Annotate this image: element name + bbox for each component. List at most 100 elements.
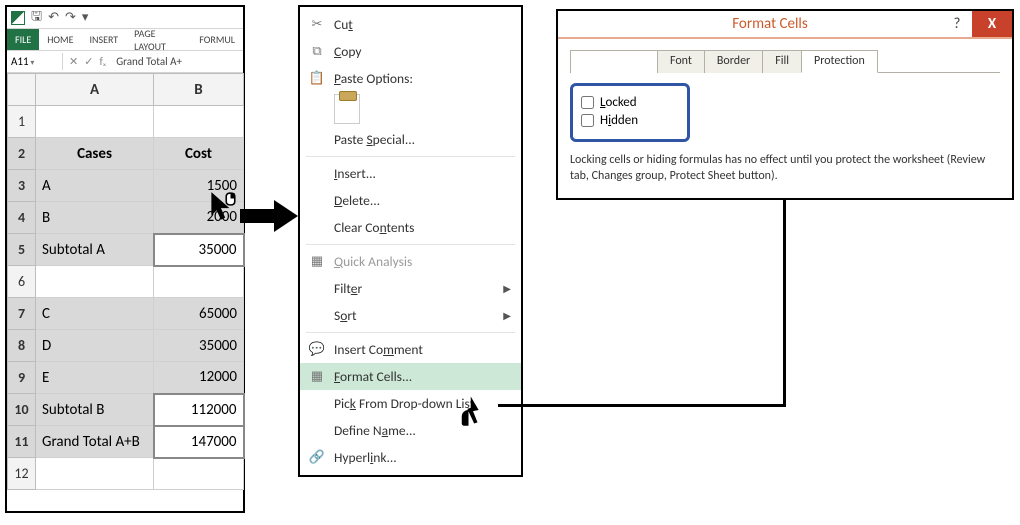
row-header[interactable]: 11 — [8, 426, 36, 458]
hyperlink-icon: 🔗 — [308, 450, 326, 466]
row-header[interactable]: 12 — [8, 458, 36, 490]
excel-window: 🖫 ↶ ↷ ▾ FILE HOME INSERT PAGE LAYOUT FOR… — [5, 5, 245, 513]
ribbon-tab-file[interactable]: FILE — [7, 29, 39, 50]
menu-hyperlink[interactable]: 🔗 Hyperlink... — [300, 444, 521, 471]
menu-define-name[interactable]: Define Name... — [300, 417, 521, 444]
separator — [306, 244, 515, 245]
arrow-to-context-menu — [240, 200, 300, 232]
row-header[interactable]: 10 — [8, 394, 36, 426]
formula-controls: ✕ ✓ fₓ — [63, 55, 112, 68]
row-header[interactable]: 8 — [8, 330, 36, 362]
connector-line — [498, 404, 786, 407]
menu-sort[interactable]: Sort▶ — [300, 302, 521, 329]
cell[interactable]: 112000 — [154, 394, 244, 426]
name-box[interactable]: A11 — [7, 53, 63, 70]
row-header[interactable]: 3 — [8, 170, 36, 202]
row-header[interactable]: 2 — [8, 138, 36, 170]
hidden-checkbox[interactable]: Hidden — [581, 113, 679, 128]
cell[interactable]: B — [36, 202, 154, 234]
row-header[interactable]: 4 — [8, 202, 36, 234]
cell[interactable]: 35000 — [154, 330, 244, 362]
submenu-arrow-icon: ▶ — [503, 309, 511, 322]
row-header[interactable]: 7 — [8, 298, 36, 330]
dialog-tab-fill[interactable]: Fill — [762, 50, 802, 73]
col-header-b[interactable]: B — [154, 74, 244, 106]
cell[interactable]: 1500 — [154, 170, 244, 202]
row-header[interactable]: 1 — [8, 106, 36, 138]
enter-icon[interactable]: ✓ — [84, 55, 93, 68]
quick-access-toolbar: 🖫 ↶ ↷ ▾ — [7, 7, 243, 29]
dialog-tab-hidden[interactable] — [570, 50, 658, 73]
cell[interactable]: Cases — [36, 138, 154, 170]
dialog-tab-font[interactable]: Font — [657, 50, 705, 73]
menu-copy[interactable]: ⧉ Copy — [300, 38, 521, 65]
separator — [306, 156, 515, 157]
cell[interactable] — [154, 266, 244, 298]
menu-insert[interactable]: Insert... — [300, 160, 521, 187]
menu-filter[interactable]: Filter▶ — [300, 275, 521, 302]
dialog-tabs: Font Border Fill Protection — [570, 49, 1000, 73]
cell[interactable]: 65000 — [154, 298, 244, 330]
locked-checkbox-input[interactable] — [581, 96, 594, 109]
menu-format-cells[interactable]: ▦ Format Cells... — [300, 363, 521, 390]
dialog-body: Font Border Fill Protection Locked Hidde… — [558, 39, 1012, 198]
menu-paste-options-heading: 📋 Paste Options: — [300, 65, 521, 92]
cell[interactable]: 12000 — [154, 362, 244, 394]
menu-cut[interactable]: ✂ Cut — [300, 11, 521, 38]
cell[interactable]: A — [36, 170, 154, 202]
cell[interactable]: 147000 — [154, 426, 244, 458]
locked-checkbox[interactable]: Locked — [581, 95, 679, 110]
excel-icon — [11, 11, 25, 25]
menu-clear-contents[interactable]: Clear Contents — [300, 214, 521, 241]
menu-quick-analysis: ▦ Quick Analysis — [300, 248, 521, 275]
ribbon-tab-home[interactable]: HOME — [39, 29, 81, 50]
menu-pick-dropdown[interactable]: Pick From Drop-down List. — [300, 390, 521, 417]
cell[interactable]: 35000 — [154, 234, 244, 266]
redo-icon[interactable]: ↷ — [65, 10, 76, 25]
ribbon-tabs: FILE HOME INSERT PAGE LAYOUT FORMUL — [7, 29, 243, 51]
copy-icon: ⧉ — [308, 44, 326, 60]
customize-qat-icon[interactable]: ▾ — [82, 10, 89, 25]
dialog-title: Format Cells — [558, 15, 942, 33]
row-header[interactable]: 9 — [8, 362, 36, 394]
cell[interactable]: Cost — [154, 138, 244, 170]
undo-icon[interactable]: ↶ — [48, 10, 59, 25]
cell[interactable]: Subtotal A — [36, 234, 154, 266]
menu-delete[interactable]: Delete... — [300, 187, 521, 214]
worksheet[interactable]: A B 1 2 Cases Cost 3 A 1500 4 B 2000 5 S… — [7, 73, 243, 490]
help-button[interactable]: ? — [942, 11, 972, 37]
ribbon-tab-insert[interactable]: INSERT — [82, 29, 127, 50]
cell[interactable]: E — [36, 362, 154, 394]
col-header-a[interactable]: A — [36, 74, 154, 106]
hidden-checkbox-input[interactable] — [581, 114, 594, 127]
ribbon-tab-formulas[interactable]: FORMUL — [191, 29, 243, 50]
protection-checkbox-group: Locked Hidden — [570, 83, 690, 142]
cancel-icon[interactable]: ✕ — [69, 55, 78, 68]
cell[interactable]: 2000 — [154, 202, 244, 234]
cell[interactable]: Grand Total A+B — [36, 426, 154, 458]
formula-bar: A11 ✕ ✓ fₓ Grand Total A+ — [7, 51, 243, 73]
row-header[interactable]: 6 — [8, 266, 36, 298]
save-icon[interactable]: 🖫 — [31, 7, 42, 29]
dialog-tab-protection[interactable]: Protection — [801, 50, 878, 73]
cell[interactable]: Subtotal B — [36, 394, 154, 426]
quick-analysis-icon: ▦ — [308, 254, 326, 270]
submenu-arrow-icon: ▶ — [503, 282, 511, 295]
close-button[interactable]: X — [972, 11, 1012, 37]
cell[interactable]: D — [36, 330, 154, 362]
row-header[interactable]: 5 — [8, 234, 36, 266]
fx-icon[interactable]: fₓ — [99, 55, 106, 68]
cell[interactable]: C — [36, 298, 154, 330]
cell[interactable] — [36, 266, 154, 298]
menu-paste-special[interactable]: Paste Special... — [300, 126, 521, 153]
formula-input[interactable]: Grand Total A+ — [112, 53, 243, 70]
dialog-tab-border[interactable]: Border — [704, 50, 763, 73]
format-cells-dialog: Format Cells ? X Font Border Fill Protec… — [556, 9, 1014, 200]
scissors-icon: ✂ — [308, 17, 326, 33]
paste-default-icon[interactable] — [334, 94, 360, 124]
menu-insert-comment[interactable]: 💬 Insert Comment — [300, 336, 521, 363]
comment-icon: 💬 — [308, 342, 326, 358]
select-all-corner[interactable] — [8, 74, 36, 106]
context-menu: ✂ Cut ⧉ Copy 📋 Paste Options: Paste Spec… — [298, 5, 523, 477]
ribbon-tab-pagelayout[interactable]: PAGE LAYOUT — [126, 29, 191, 50]
